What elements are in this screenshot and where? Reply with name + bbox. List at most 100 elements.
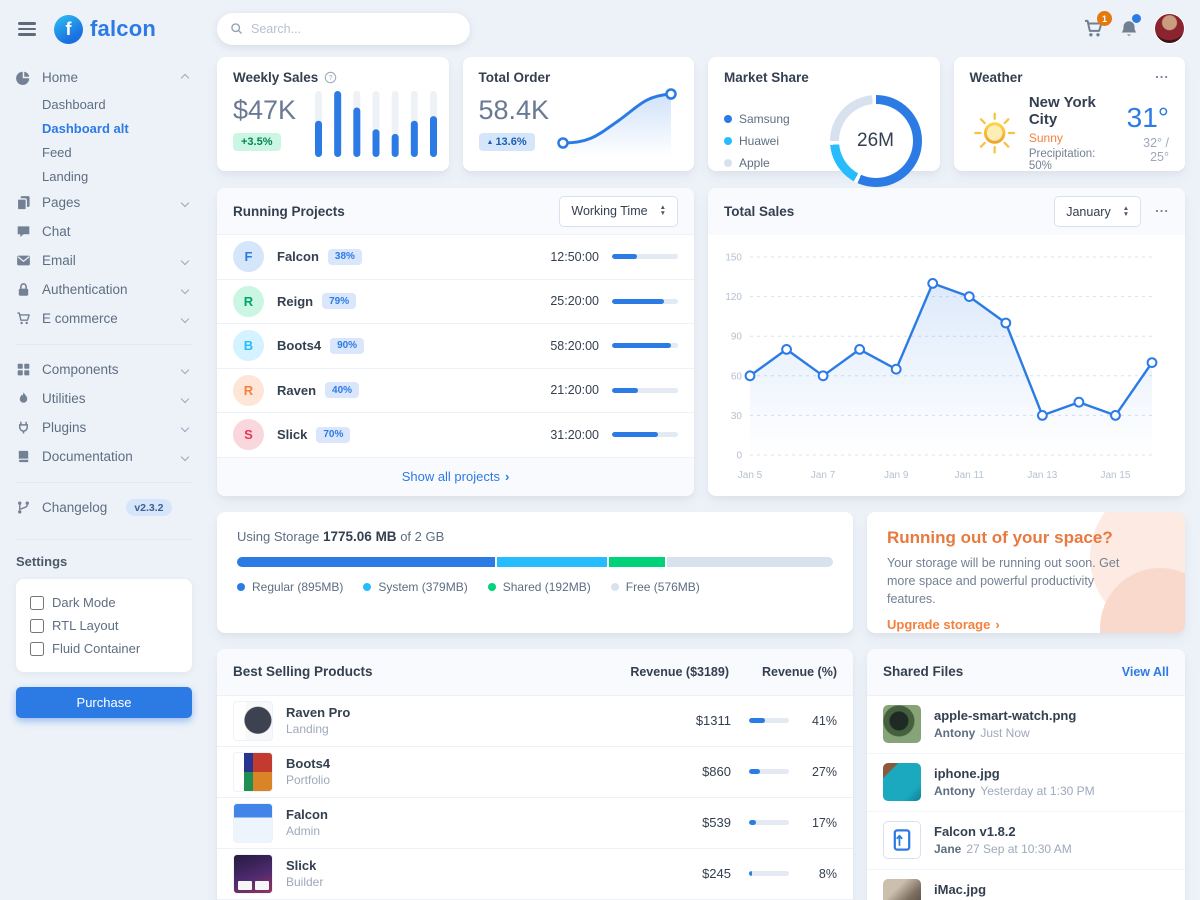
upgrade-storage-link[interactable]: Upgrade storage <box>887 617 1000 632</box>
file-name-link[interactable]: iphone.jpg <box>934 766 1095 781</box>
total-sales-card: Total Sales January 0306090120150Jan 5Ja… <box>708 188 1185 496</box>
project-progress-bar <box>612 299 678 304</box>
product-name-link[interactable]: Raven Pro <box>286 705 651 720</box>
sidebar-item-documentation[interactable]: Documentation <box>16 442 192 471</box>
caret-up-icon: ▲ <box>487 139 494 146</box>
storage-segment-free-576mb- <box>667 557 833 567</box>
storage-row: Using Storage 1775.06 MB of 2 GB Regular… <box>217 512 1185 633</box>
weather-card: Weather New York City Sunny Precipitatio… <box>954 57 1186 171</box>
setting-option-rtl-layout[interactable]: RTL Layout <box>30 614 178 637</box>
month-select[interactable]: January <box>1054 196 1141 227</box>
chevron-down-icon <box>181 394 189 402</box>
project-row-reign: R Reign 79% 25:20:00 <box>217 280 694 325</box>
chevron-down-icon <box>181 365 189 373</box>
project-name-link[interactable]: Slick <box>277 427 307 442</box>
storage-card: Using Storage 1775.06 MB of 2 GB Regular… <box>217 512 853 633</box>
project-name-link[interactable]: Falcon <box>277 249 319 264</box>
search-input[interactable] <box>251 22 457 36</box>
sidebar-item-e-commerce[interactable]: E commerce <box>16 304 192 333</box>
legend-dot <box>724 159 732 167</box>
middle-row: Running Projects Working Time F Falcon 3… <box>217 188 1185 496</box>
falcon-logo[interactable]: f falcon <box>54 15 156 44</box>
weather-menu-button[interactable] <box>1155 75 1169 81</box>
project-name-link[interactable]: Reign <box>277 294 313 309</box>
product-progress-bar <box>749 769 789 774</box>
product-name-link[interactable]: Falcon <box>286 807 651 822</box>
total-sales-title: Total Sales <box>724 204 794 219</box>
sidebar-item-plugins[interactable]: Plugins <box>16 413 192 442</box>
chevron-down-icon <box>181 285 189 293</box>
product-name-link[interactable]: Slick <box>286 858 651 873</box>
total-sales-menu-button[interactable] <box>1155 209 1169 215</box>
weekly-sales-bar-chart <box>315 85 437 161</box>
user-avatar[interactable] <box>1154 13 1185 44</box>
storage-legend: Regular (895MB)System (379MB)Shared (192… <box>237 580 833 594</box>
weather-title: Weather <box>970 70 1023 85</box>
file-thumbnail <box>883 705 921 743</box>
storage-title: Using Storage 1775.06 MB of 2 GB <box>237 529 833 544</box>
product-thumbnail <box>233 701 273 741</box>
checkbox-dark-mode[interactable] <box>30 596 44 610</box>
file-icon <box>883 821 921 859</box>
file-thumbnail <box>883 879 921 900</box>
storage-progress-bar <box>237 557 833 567</box>
file-name-link[interactable]: apple-smart-watch.png <box>934 708 1076 723</box>
file-row-falcon-v1-8-2: Falcon v1.8.2 Jane27 Sep at 10:30 AM <box>867 812 1185 870</box>
sidebar-item-dashboard-alt[interactable]: Dashboard alt <box>16 116 192 140</box>
svg-text:120: 120 <box>725 292 742 303</box>
setting-option-dark-mode[interactable]: Dark Mode <box>30 591 178 614</box>
notifications-button[interactable] <box>1119 19 1139 39</box>
product-row-falcon: FalconAdmin $539 17% <box>217 798 853 849</box>
file-name-link[interactable]: Falcon v1.8.2 <box>934 824 1072 839</box>
sidebar-item-home[interactable]: Home <box>16 63 192 92</box>
project-avatar: F <box>233 241 264 272</box>
setting-option-fluid-container[interactable]: Fluid Container <box>30 637 178 660</box>
products-title: Best Selling Products <box>233 664 564 679</box>
working-time-select[interactable]: Working Time <box>559 196 678 227</box>
sidebar-item-email[interactable]: Email <box>16 246 192 275</box>
sidebar-item-changelog[interactable]: Changelog v2.3.2 <box>16 493 192 522</box>
purchase-button[interactable]: Purchase <box>16 687 192 718</box>
sidebar-item-pages[interactable]: Pages <box>16 188 192 217</box>
cart-button[interactable]: 1 <box>1083 18 1104 39</box>
market-share-total: 26M <box>830 95 922 187</box>
product-row-boots4: Boots4Portfolio $860 27% <box>217 747 853 798</box>
search-box[interactable] <box>217 13 470 45</box>
product-percent: 8% <box>801 867 837 881</box>
storage-legend-free-576mb-: Free (576MB) <box>611 580 700 594</box>
checkbox-rtl-layout[interactable] <box>30 619 44 633</box>
best-selling-products-card: Best Selling Products Revenue ($3189) Re… <box>217 649 853 900</box>
shared-files-card: Shared Files View All apple-smart-watch.… <box>867 649 1185 900</box>
sidebar-item-components[interactable]: Components <box>16 355 192 384</box>
product-progress-bar <box>749 820 789 825</box>
show-all-projects-link[interactable]: Show all projects <box>217 458 694 496</box>
svg-text:Jan 13: Jan 13 <box>1027 470 1057 481</box>
book-icon <box>16 449 32 464</box>
total-order-badge: ▲13.6% <box>479 133 535 151</box>
sidebar-item-dashboard[interactable]: Dashboard <box>16 92 192 116</box>
sidebar-item-feed[interactable]: Feed <box>16 140 192 164</box>
running-projects-card: Running Projects Working Time F Falcon 3… <box>217 188 694 496</box>
checkbox-fluid-container[interactable] <box>30 642 44 656</box>
sidebar-item-landing[interactable]: Landing <box>16 164 192 188</box>
project-name-link[interactable]: Boots4 <box>277 338 321 353</box>
project-time: 58:20:00 <box>550 339 599 353</box>
project-name-link[interactable]: Raven <box>277 383 316 398</box>
product-price: $860 <box>651 764 731 779</box>
product-category: Admin <box>286 824 651 838</box>
svg-text:0: 0 <box>736 451 742 462</box>
product-percent: 17% <box>801 816 837 830</box>
sidebar-item-utilities[interactable]: Utilities <box>16 384 192 413</box>
help-icon[interactable]: ? <box>324 71 337 84</box>
view-all-link[interactable]: View All <box>1122 665 1169 679</box>
sort-icon <box>1123 206 1129 218</box>
product-name-link[interactable]: Boots4 <box>286 756 651 771</box>
plug-icon <box>16 420 32 435</box>
project-row-boots4: B Boots4 90% 58:20:00 <box>217 324 694 369</box>
sidebar-item-chat[interactable]: Chat <box>16 217 192 246</box>
svg-text:Jan 9: Jan 9 <box>884 470 909 481</box>
bottom-row: Best Selling Products Revenue ($3189) Re… <box>217 649 1185 900</box>
hamburger-menu-icon[interactable] <box>16 18 38 39</box>
file-name-link[interactable]: iMac.jpg <box>934 882 1078 897</box>
sidebar-item-authentication[interactable]: Authentication <box>16 275 192 304</box>
